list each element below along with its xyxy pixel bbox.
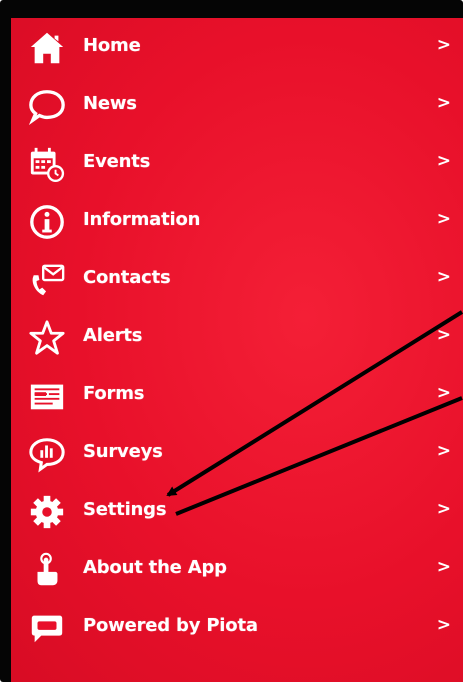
chevron-right-icon: > [436, 557, 451, 577]
menu-item-label: Forms [83, 383, 145, 404]
menu-item-news[interactable]: News > [11, 76, 463, 134]
chevron-right-icon: > [436, 325, 451, 345]
chevron-right-icon: > [436, 267, 451, 287]
menu-item-alerts[interactable]: Alerts > [11, 308, 463, 366]
chevron-right-icon: > [436, 499, 451, 519]
chevron-right-icon: > [436, 93, 451, 113]
menu-item-label: Home [83, 35, 141, 56]
info-icon [27, 202, 67, 242]
home-icon [27, 28, 67, 68]
menu-item-home[interactable]: Home > [11, 18, 463, 76]
menu-item-surveys[interactable]: Surveys > [11, 424, 463, 482]
phone-mail-icon [27, 260, 67, 300]
menu-item-label: Surveys [83, 441, 163, 462]
chevron-right-icon: > [436, 615, 451, 635]
menu-item-settings[interactable]: Settings > [11, 482, 463, 540]
speech-bubble-icon [27, 86, 67, 126]
menu-item-label: About the App [83, 557, 227, 578]
calendar-clock-icon [27, 144, 67, 184]
gear-icon [27, 492, 67, 532]
chat-square-icon [27, 608, 67, 648]
menu-item-information[interactable]: Information > [11, 192, 463, 250]
device-frame: Home > News > Events > Information > Con… [0, 0, 463, 682]
chevron-right-icon: > [436, 35, 451, 55]
menu-item-forms[interactable]: Forms > [11, 366, 463, 424]
star-icon [27, 318, 67, 358]
menu-screen: Home > News > Events > Information > Con… [11, 18, 463, 682]
menu-item-label: Events [83, 151, 151, 172]
menu-item-label: Information [83, 209, 201, 230]
menu-item-events[interactable]: Events > [11, 134, 463, 192]
chevron-right-icon: > [436, 383, 451, 403]
menu-item-label: Alerts [83, 325, 143, 346]
form-icon [27, 376, 67, 416]
menu-item-contacts[interactable]: Contacts > [11, 250, 463, 308]
survey-chat-icon [27, 434, 67, 474]
menu-item-powered-by-piota[interactable]: Powered by Piota > [11, 598, 463, 656]
menu-item-label: Settings [83, 499, 167, 520]
menu-item-label: Contacts [83, 267, 171, 288]
tap-hand-icon [27, 550, 67, 590]
chevron-right-icon: > [436, 151, 451, 171]
menu-item-label: Powered by Piota [83, 615, 258, 636]
menu-item-label: News [83, 93, 137, 114]
chevron-right-icon: > [436, 209, 451, 229]
menu-item-about-the-app[interactable]: About the App > [11, 540, 463, 598]
chevron-right-icon: > [436, 441, 451, 461]
